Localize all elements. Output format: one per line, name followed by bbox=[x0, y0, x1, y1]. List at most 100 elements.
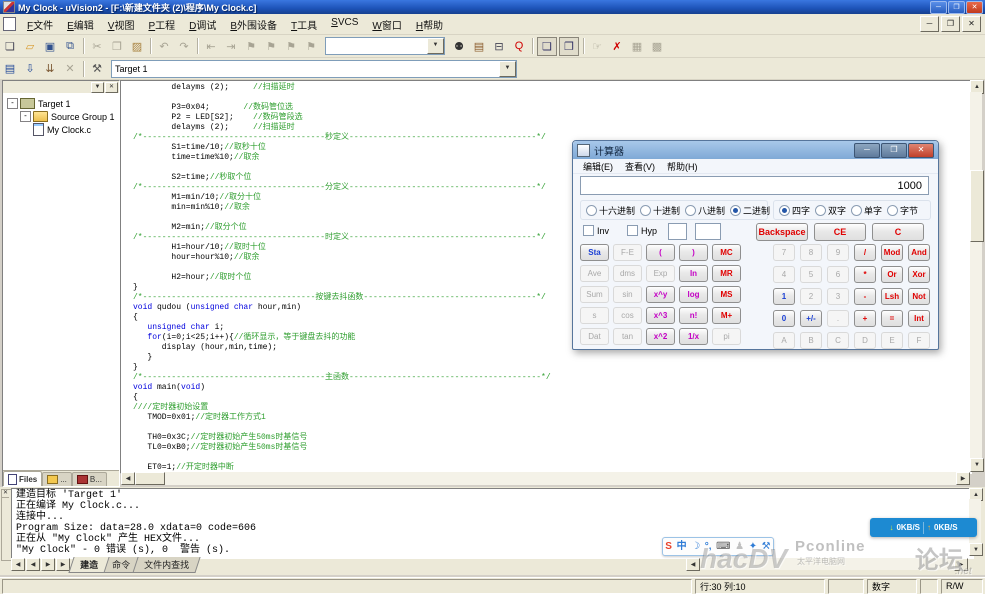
redo-icon[interactable]: ↷ bbox=[175, 38, 193, 55]
find-in-files-icon[interactable]: Q bbox=[510, 38, 528, 55]
calc-button-2[interactable]: 2 bbox=[800, 288, 822, 305]
calc-button-int[interactable]: Int bbox=[908, 310, 930, 327]
translate-file-icon[interactable]: ▤ bbox=[1, 60, 19, 77]
calc-button-ce[interactable]: CE bbox=[814, 223, 866, 241]
panel-menu-icon[interactable]: ▼ bbox=[91, 82, 104, 93]
tabs-last-icon[interactable]: ▶ bbox=[56, 558, 70, 571]
calc-button-mod[interactable]: Mod bbox=[881, 244, 903, 261]
tabs-next-icon[interactable]: ▶ bbox=[41, 558, 55, 571]
close-icon[interactable]: ✕ bbox=[966, 1, 983, 14]
calc-button-sum[interactable]: Sum bbox=[580, 286, 609, 303]
mdi-minimize-icon[interactable]: ─ bbox=[920, 16, 939, 32]
calc-button-f[interactable]: F bbox=[908, 332, 930, 349]
calc-button-x^2[interactable]: x^2 bbox=[646, 328, 675, 345]
calc-button--[interactable]: - bbox=[854, 288, 876, 305]
output-tab-x[interactable]: 文件内查找 bbox=[132, 557, 200, 573]
calc-button-1/x[interactable]: 1/x bbox=[679, 328, 708, 345]
tabs-first-icon[interactable]: ◀ bbox=[11, 558, 25, 571]
save-file-icon[interactable]: ▣ bbox=[41, 38, 59, 55]
tabs-prev-icon[interactable]: ◀ bbox=[26, 558, 40, 571]
editor-horizontal-scrollbar[interactable]: ◀ ▶ bbox=[121, 472, 970, 485]
word-radio[interactable]: 单字 bbox=[851, 204, 882, 217]
menu-item-0[interactable]: F文件 bbox=[20, 15, 60, 34]
calc-maximize-icon[interactable]: ❐ bbox=[881, 143, 907, 158]
calc-button-1[interactable]: 1 bbox=[773, 288, 795, 305]
calc-button-s[interactable]: s bbox=[580, 307, 609, 324]
calc-button-mr[interactable]: MR bbox=[712, 265, 741, 282]
mdi-close-icon[interactable]: ✕ bbox=[962, 16, 981, 32]
output-close-icon[interactable]: ✕ bbox=[2, 490, 9, 498]
mdi-restore-icon[interactable]: ❐ bbox=[941, 16, 960, 32]
ime-toolbar[interactable]: S中☽°,⌨♟✦⚒ bbox=[662, 537, 774, 556]
output-window-icon[interactable]: ❐ bbox=[559, 37, 579, 56]
calc-button-ave[interactable]: Ave bbox=[580, 265, 609, 282]
calc-button-not[interactable]: Not bbox=[908, 288, 930, 305]
menu-item-7[interactable]: SVCS bbox=[324, 15, 365, 34]
calc-button-a[interactable]: A bbox=[773, 332, 795, 349]
calc-button-log[interactable]: log bbox=[679, 286, 708, 303]
menu-item-1[interactable]: E编辑 bbox=[60, 15, 101, 34]
find-icon[interactable]: ⚉ bbox=[450, 38, 468, 55]
calc-button-+/-[interactable]: +/- bbox=[800, 310, 822, 327]
bookmark-toggle-icon[interactable]: ⚑ bbox=[242, 38, 260, 55]
calc-button-9[interactable]: 9 bbox=[827, 244, 849, 261]
minimize-icon[interactable]: ─ bbox=[930, 1, 947, 14]
menu-item-2[interactable]: V视图 bbox=[101, 15, 142, 34]
calc-button-[interactable]: * bbox=[854, 266, 876, 283]
profile-icon[interactable]: ♟ bbox=[735, 542, 744, 552]
enable-breakpoint-icon[interactable]: ▦ bbox=[628, 38, 646, 55]
punctuation-icon[interactable]: °, bbox=[705, 542, 712, 552]
word-radio[interactable]: 双字 bbox=[815, 204, 846, 217]
calculator-titlebar[interactable]: 计算器 ─ ❐ ✕ bbox=[573, 141, 938, 159]
calc-button-e[interactable]: E bbox=[881, 332, 903, 349]
disable-breakpoint-icon[interactable]: ▩ bbox=[648, 38, 666, 55]
calc-button-+[interactable]: + bbox=[854, 310, 876, 327]
base-radio[interactable]: 十六进制 bbox=[586, 204, 635, 217]
indent-left-icon[interactable]: ⇤ bbox=[202, 38, 220, 55]
scroll-left-icon[interactable]: ◀ bbox=[121, 472, 135, 485]
out-scroll-down-icon[interactable]: ▼ bbox=[969, 543, 983, 556]
calc-menu-item-2[interactable]: 帮助(H) bbox=[661, 160, 704, 173]
calc-menu-item-1[interactable]: 查看(V) bbox=[619, 160, 661, 173]
calc-button-d[interactable]: D bbox=[854, 332, 876, 349]
combo-dropdown-icon[interactable]: ▼ bbox=[427, 38, 444, 54]
scroll-down-icon[interactable]: ▼ bbox=[970, 458, 984, 472]
tree-item-source-group-1[interactable]: -Source Group 1 bbox=[3, 110, 119, 123]
open-file-icon[interactable]: ▱ bbox=[21, 38, 39, 55]
debug-hand-icon[interactable]: ☞ bbox=[588, 38, 606, 55]
books-icon[interactable]: ▤ bbox=[470, 38, 488, 55]
calc-button-and[interactable]: And bbox=[908, 244, 930, 261]
calc-check-hyp[interactable]: Hyp bbox=[627, 225, 657, 236]
calc-button-[interactable]: = bbox=[881, 310, 903, 327]
calc-button-c[interactable]: C bbox=[827, 332, 849, 349]
panel-tab-b[interactable]: B... bbox=[72, 472, 107, 486]
calc-menu-item-0[interactable]: 编辑(E) bbox=[577, 160, 619, 173]
calc-button-0[interactable]: 0 bbox=[773, 310, 795, 327]
calc-button-[interactable]: ) bbox=[679, 244, 708, 261]
calc-button-tan[interactable]: tan bbox=[613, 328, 642, 345]
calc-button-4[interactable]: 4 bbox=[773, 266, 795, 283]
calc-button-c[interactable]: C bbox=[872, 223, 924, 241]
tree-expander-icon[interactable]: - bbox=[7, 98, 18, 109]
calc-button-ln[interactable]: ln bbox=[679, 265, 708, 282]
menu-item-8[interactable]: W窗口 bbox=[365, 15, 408, 34]
calc-button-.[interactable]: . bbox=[827, 310, 849, 327]
stop-build-icon[interactable]: ✕ bbox=[61, 60, 79, 77]
tree-expander-icon[interactable]: - bbox=[20, 111, 31, 122]
calc-button-pi[interactable]: pi bbox=[712, 328, 741, 345]
cut-icon[interactable]: ✂ bbox=[88, 38, 106, 55]
out-scroll-right-icon[interactable]: ▶ bbox=[954, 558, 968, 571]
undo-icon[interactable]: ↶ bbox=[155, 38, 173, 55]
calc-button-xor[interactable]: Xor bbox=[908, 266, 930, 283]
calc-button-or[interactable]: Or bbox=[881, 266, 903, 283]
calc-button-dms[interactable]: dms bbox=[613, 265, 642, 282]
vscroll-thumb[interactable] bbox=[970, 170, 984, 242]
base-radio[interactable]: 十进制 bbox=[640, 204, 680, 217]
calc-button-cos[interactable]: cos bbox=[613, 307, 642, 324]
net-speed-widget[interactable]: ↓ 0KB/S ↑ 0KB/S bbox=[870, 518, 977, 537]
calc-minimize-icon[interactable]: ─ bbox=[854, 143, 880, 158]
hscroll-thumb[interactable] bbox=[135, 472, 165, 485]
kill-breakpoints-icon[interactable]: ✗ bbox=[608, 38, 626, 55]
calc-button-dat[interactable]: Dat bbox=[580, 328, 609, 345]
bookmark-next-icon[interactable]: ⚑ bbox=[262, 38, 280, 55]
